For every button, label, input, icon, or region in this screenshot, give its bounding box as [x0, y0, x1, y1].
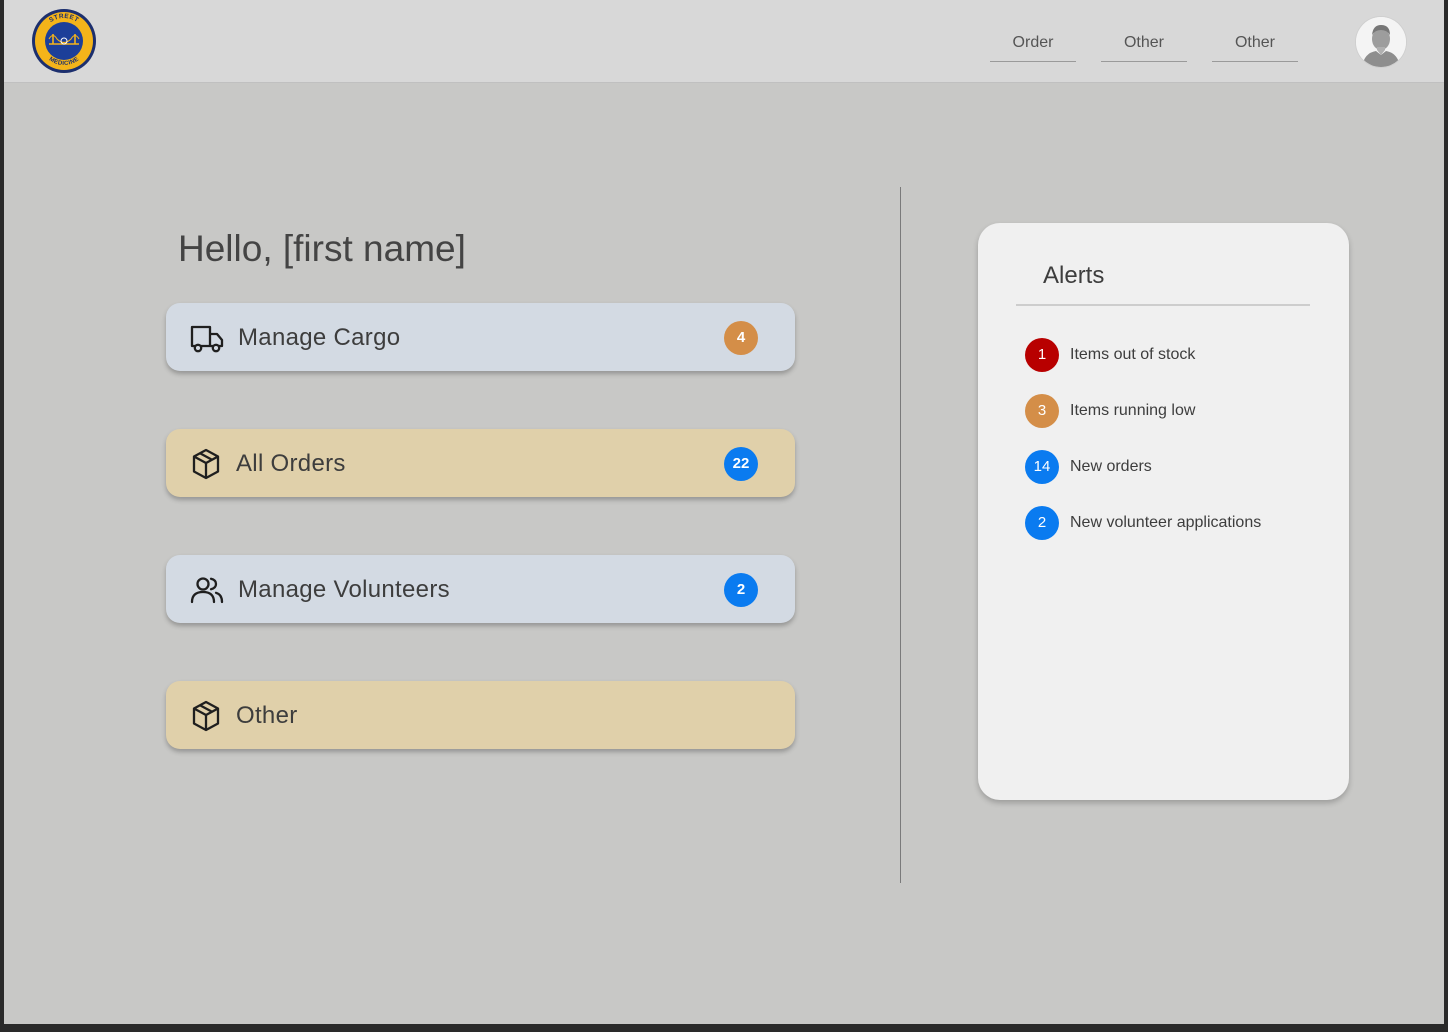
alerts-title: Alerts	[1043, 262, 1105, 289]
top-navigation-bar: STREET MEDICINE Order Other Other	[4, 0, 1444, 83]
box-icon	[190, 700, 224, 732]
alert-new-orders[interactable]: 14 New orders	[1025, 450, 1335, 484]
alert-count-badge: 2	[1025, 506, 1059, 540]
alert-text: Items running low	[1070, 402, 1196, 419]
all-orders-count-badge: 22	[724, 447, 758, 481]
alert-count-badge: 14	[1025, 450, 1059, 484]
alert-text: Items out of stock	[1070, 346, 1196, 363]
box-icon	[190, 448, 224, 480]
all-orders-label: All Orders	[236, 450, 346, 477]
truck-icon	[190, 322, 224, 354]
nav-order-link[interactable]: Order	[990, 24, 1076, 62]
users-icon	[190, 574, 224, 606]
alerts-title-divider	[1016, 304, 1310, 306]
alert-count-badge: 1	[1025, 338, 1059, 372]
alerts-panel: Alerts 1 Items out of stock 3 Items runn…	[978, 223, 1349, 800]
greeting-heading: Hello, [first name]	[178, 228, 466, 269]
alert-count-badge: 3	[1025, 394, 1059, 428]
manage-cargo-count-badge: 4	[724, 321, 758, 355]
manage-volunteers-card[interactable]: Manage Volunteers 2	[166, 555, 795, 623]
alert-items-running-low[interactable]: 3 Items running low	[1025, 394, 1335, 428]
manage-volunteers-label: Manage Volunteers	[238, 576, 450, 603]
other-card[interactable]: Other	[166, 681, 795, 749]
alert-new-volunteer-applications[interactable]: 2 New volunteer applications	[1025, 506, 1335, 540]
alert-items-out-of-stock[interactable]: 1 Items out of stock	[1025, 338, 1335, 372]
other-label: Other	[236, 702, 298, 729]
alert-text: New orders	[1070, 458, 1152, 475]
nav-other-link-2[interactable]: Other	[1212, 24, 1298, 62]
nav-other-link-1[interactable]: Other	[1101, 24, 1187, 62]
manage-volunteers-count-badge: 2	[724, 573, 758, 607]
manage-cargo-card[interactable]: Manage Cargo 4	[166, 303, 795, 371]
alert-text: New volunteer applications	[1070, 514, 1262, 531]
manage-cargo-label: Manage Cargo	[238, 324, 401, 351]
all-orders-card[interactable]: All Orders 22	[166, 429, 795, 497]
vertical-divider	[900, 187, 901, 883]
user-avatar-icon[interactable]	[1356, 17, 1406, 67]
app-frame: STREET MEDICINE Order Other Other Hello,…	[4, 0, 1444, 1024]
avatar-silhouette	[1356, 17, 1406, 67]
street-medicine-logo[interactable]: STREET MEDICINE	[31, 8, 97, 74]
logo-graphic: STREET MEDICINE	[32, 9, 96, 73]
